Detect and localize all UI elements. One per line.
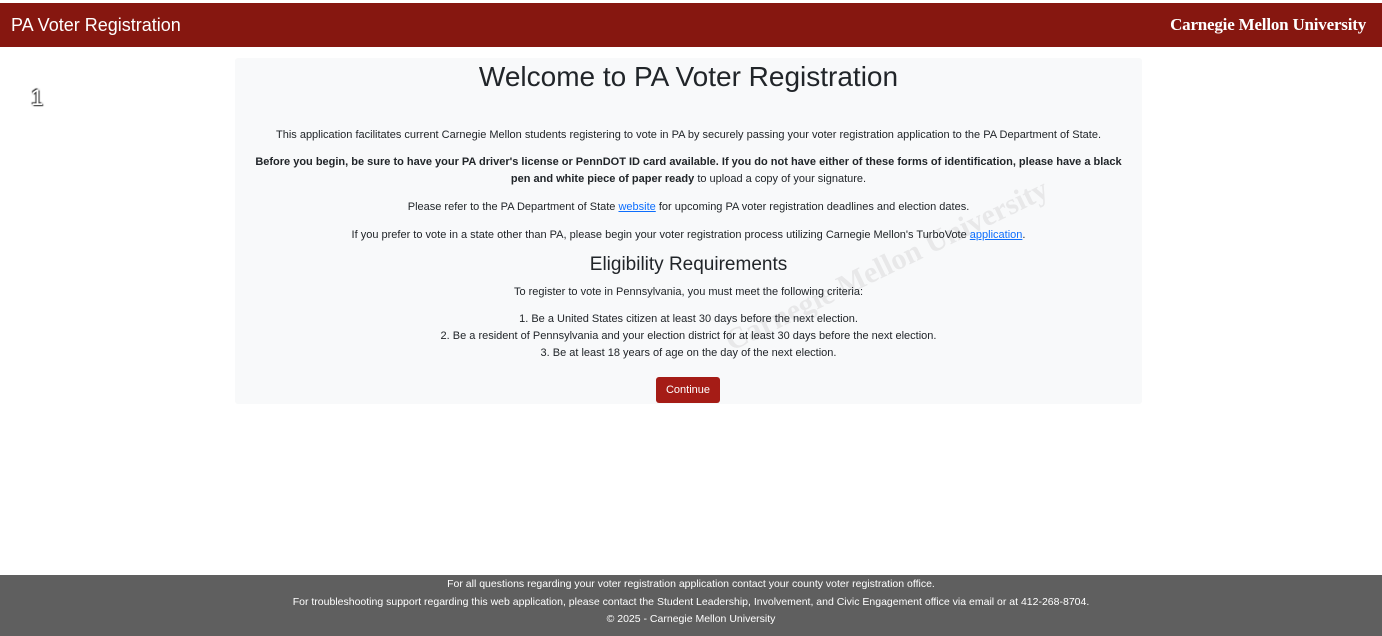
footer-support-text: For troubleshooting support regarding th… <box>292 595 1090 608</box>
website-link[interactable]: website <box>618 201 655 213</box>
before-you-begin-bold: Before you begin, be sure to have your P… <box>255 156 1122 185</box>
eligibility-intro: To register to vote in Pennsylvania, you… <box>513 286 864 298</box>
step-indicator: 1 <box>31 85 44 110</box>
brand-logo: Carnegie Mellon University <box>1170 15 1366 34</box>
other-state-post: . <box>1022 229 1026 241</box>
other-state-pre: If you prefer to vote in a state other t… <box>351 229 970 241</box>
intro-text: This application facilitates current Car… <box>275 129 1102 141</box>
continue-button[interactable]: Continue <box>656 377 720 403</box>
eligibility-criteria-list: 1. Be a United States citizen at least 3… <box>235 311 1142 362</box>
refer-text: Please refer to the PA Department of Sta… <box>235 199 1142 216</box>
criteria-item: 2. Be a resident of Pennsylvania and you… <box>440 330 937 342</box>
app-title[interactable]: PA Voter Registration <box>11 15 181 36</box>
footer-questions-text: For all questions regarding your voter r… <box>447 578 935 590</box>
turbovote-application-link[interactable]: application <box>970 229 1023 241</box>
before-you-begin-text: Before you begin, be sure to have your P… <box>249 154 1128 188</box>
refer-pre: Please refer to the PA Department of Sta… <box>407 201 619 213</box>
eligibility-title: Eligibility Requirements <box>589 254 788 275</box>
before-you-begin-rest: to upload a copy of your signature. <box>694 173 867 185</box>
footer: For all questions regarding your voter r… <box>0 575 1382 636</box>
criteria-item: 1. Be a United States citizen at least 3… <box>519 313 858 325</box>
top-navbar: PA Voter Registration Carnegie Mellon Un… <box>0 3 1382 47</box>
other-state-text: If you prefer to vote in a state other t… <box>235 227 1142 244</box>
welcome-card: Carnegie Mellon University Welcome to PA… <box>235 58 1142 404</box>
criteria-item: 3. Be at least 18 years of age on the da… <box>540 347 837 359</box>
page-title: Welcome to PA Voter Registration <box>478 61 899 92</box>
refer-post: for upcoming PA voter registration deadl… <box>655 201 970 213</box>
footer-copyright: © 2025 - Carnegie Mellon University <box>606 613 776 625</box>
